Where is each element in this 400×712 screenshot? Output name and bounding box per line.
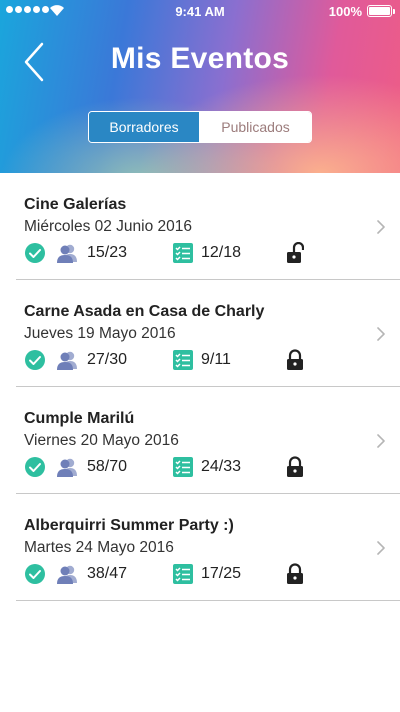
chevron-right-icon: [377, 327, 385, 341]
people-icon: [57, 351, 77, 370]
tasks-count: 9/11: [201, 351, 231, 368]
check-circle-icon: [25, 350, 45, 370]
tasks-count: 24/33: [201, 458, 242, 475]
people-icon: [57, 565, 77, 584]
event-list-item[interactable]: Alberquirri Summer Party :) Martes 24 Ma…: [16, 494, 400, 601]
segmented-control: Borradores Publicados: [88, 111, 312, 143]
attendees-count: 38/47: [87, 565, 128, 582]
event-date: Martes 24 Mayo 2016: [24, 539, 174, 556]
event-title: Carne Asada en Casa de Charly: [24, 303, 265, 320]
attendees-count: 58/70: [87, 458, 128, 475]
chevron-right-icon: [377, 220, 385, 234]
check-circle-icon: [25, 457, 45, 477]
checklist-icon: [173, 243, 193, 263]
event-date: Jueves 19 Mayo 2016: [24, 325, 176, 342]
event-list-item[interactable]: Cumple Marilú Viernes 20 Mayo 2016 58/70…: [16, 387, 400, 494]
event-stats: 38/47 17/25: [24, 563, 364, 587]
event-date: Viernes 20 Mayo 2016: [24, 432, 179, 449]
event-title: Cine Galerías: [24, 196, 127, 213]
tasks-count: 12/18: [201, 244, 242, 261]
event-stats: 58/70 24/33: [24, 456, 364, 480]
event-stats: 27/30 9/11: [24, 349, 364, 373]
lock-icon[interactable]: [286, 563, 304, 585]
checklist-icon: [173, 564, 193, 584]
lock-icon[interactable]: [286, 349, 304, 371]
unlock-icon[interactable]: [286, 242, 304, 264]
people-icon: [57, 458, 77, 477]
event-list: Cine Galerías Miércoles 02 Junio 2016 15…: [0, 173, 400, 601]
event-date: Miércoles 02 Junio 2016: [24, 218, 193, 235]
tasks-count: 17/25: [201, 565, 242, 582]
battery-percentage: 100%: [328, 4, 362, 19]
attendees-count: 27/30: [87, 351, 128, 368]
people-icon: [57, 244, 77, 263]
checklist-icon: [173, 457, 193, 477]
event-list-item[interactable]: Cine Galerías Miércoles 02 Junio 2016 15…: [16, 173, 400, 280]
event-title: Alberquirri Summer Party :): [24, 517, 234, 534]
check-circle-icon: [25, 243, 45, 263]
check-circle-icon: [25, 564, 45, 584]
segment-published[interactable]: Publicados: [200, 112, 311, 142]
page-title: Mis Eventos: [110, 42, 290, 75]
chevron-right-icon: [377, 541, 385, 555]
segment-drafts[interactable]: Borradores: [89, 112, 200, 142]
status-bar: 9:41 AM 100%: [0, 0, 400, 22]
battery-icon: [367, 5, 395, 17]
event-list-item[interactable]: Carne Asada en Casa de Charly Jueves 19 …: [16, 280, 400, 387]
lock-icon[interactable]: [286, 456, 304, 478]
event-stats: 15/23 12/18: [24, 242, 364, 266]
checklist-icon: [173, 350, 193, 370]
header: 9:41 AM 100% Mis Eventos Borradores Publ…: [0, 0, 400, 173]
chevron-right-icon: [377, 434, 385, 448]
attendees-count: 15/23: [87, 244, 128, 261]
event-title: Cumple Marilú: [24, 410, 135, 427]
